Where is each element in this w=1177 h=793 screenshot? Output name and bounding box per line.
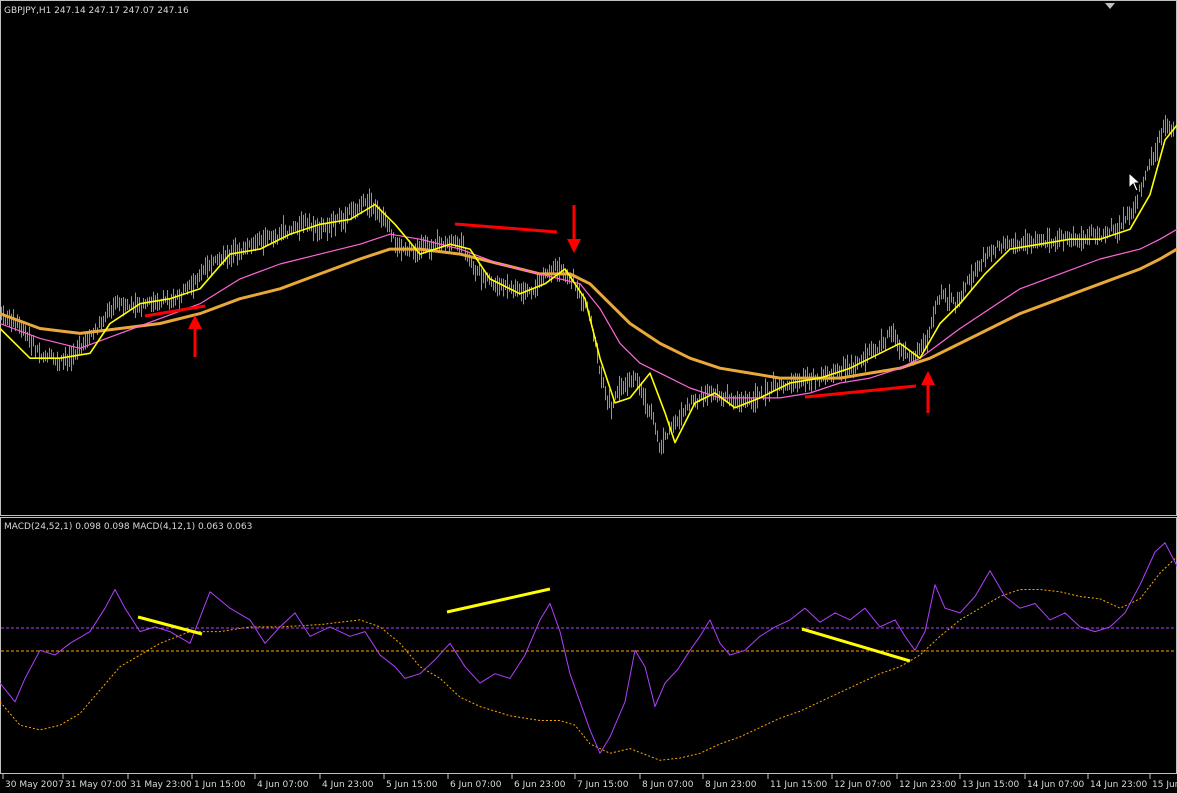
time-tick-label: 8 Jun 07:00	[642, 780, 694, 790]
time-tick-label: 6 Jun 07:00	[450, 780, 502, 790]
time-tick-label: 1 Jun 15:00	[194, 780, 246, 790]
time-tick-label: 15 Jun	[1152, 780, 1177, 790]
time-tick-label: 31 May 23:00	[130, 780, 192, 790]
time-tick-label: 12 Jun 07:00	[834, 780, 891, 790]
time-tick-label: 14 Jun 07:00	[1027, 780, 1084, 790]
time-tick-label: 8 Jun 23:00	[705, 780, 757, 790]
time-tick-label: 5 Jun 15:00	[386, 780, 438, 790]
time-tick-label: 14 Jun 23:00	[1090, 780, 1147, 790]
macd-header: MACD(24,52,1) 0.098 0.098 MACD(4,12,1) 0…	[4, 522, 253, 532]
mouse-cursor-icon	[1128, 172, 1142, 192]
scroll-marker-icon	[1105, 3, 1115, 9]
time-tick-label: 4 Jun 07:00	[257, 780, 309, 790]
time-tick-label: 13 Jun 15:00	[962, 780, 1019, 790]
chart-canvas: 30 May 2007 31 May 07:00 31 May 23:00 1 Jun…	[0, 0, 1177, 793]
time-tick-label: 31 May 07:00	[65, 780, 127, 790]
time-tick-label: 30 May 2007	[5, 780, 64, 790]
time-tick-label: 12 Jun 23:00	[899, 780, 956, 790]
time-tick-label: 7 Jun 15:00	[577, 780, 629, 790]
time-tick-label: 4 Jun 23:00	[322, 780, 374, 790]
time-tick-label: 6 Jun 23:00	[514, 780, 566, 790]
time-tick-label: 11 Jun 15:00	[770, 780, 827, 790]
price-header: GBPJPY,H1 247.14 247.17 247.07 247.16	[4, 6, 189, 16]
